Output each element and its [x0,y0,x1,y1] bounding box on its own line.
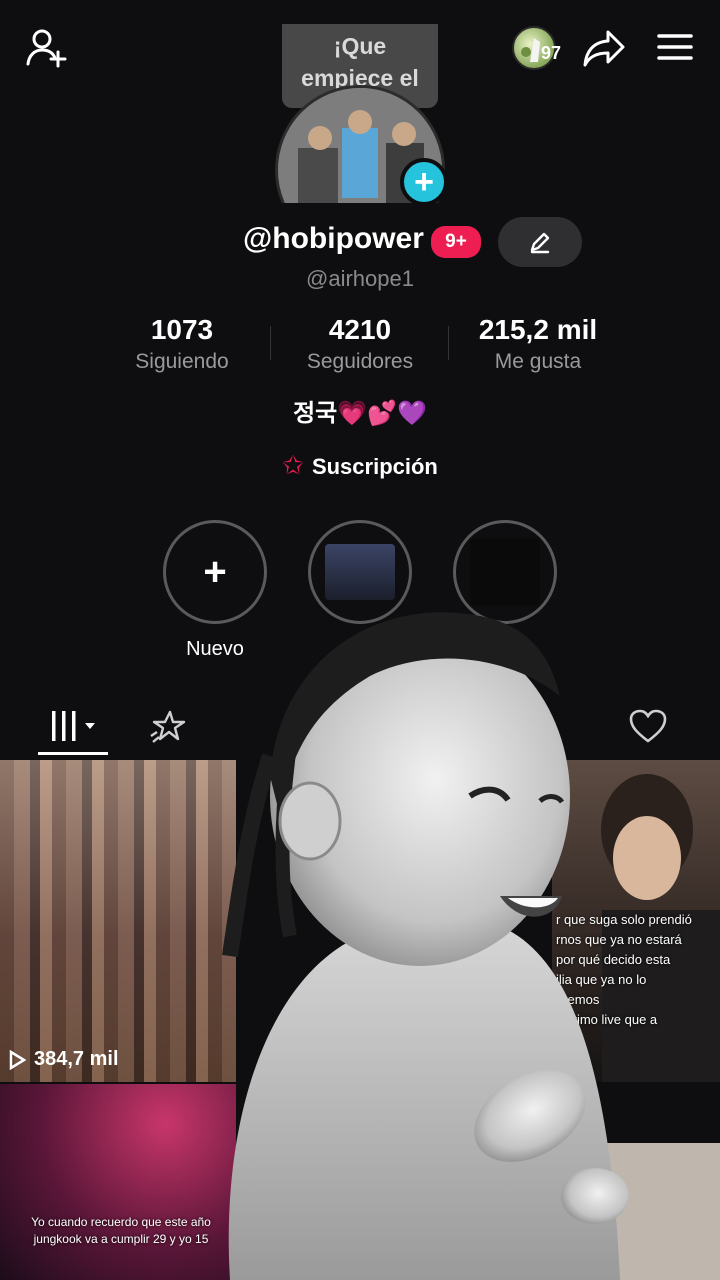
followers-count: 4210 [328,314,392,345]
video-thumbnail[interactable]: Yo cuando recuerdo que este año jungkook… [0,1084,236,1280]
view-count: 384,7 mil [8,1048,119,1071]
stat-following[interactable]: 1073 Siguiendo [112,314,252,374]
tab-favorites[interactable] [140,704,196,748]
following-label: Siguiendo [135,350,229,373]
tab-videos[interactable] [40,704,110,748]
profile-bio: 정국💗💕💜 [293,400,427,427]
likes-count: 215,2 mil [478,314,598,345]
baby-sticker-overlay [210,596,630,1280]
subscription-link[interactable]: ✩ Suscripción [0,450,720,481]
share-icon[interactable] [580,24,628,72]
grid-icon [52,711,95,741]
username: @airhope1 [306,266,414,291]
stat-followers[interactable]: 4210 Seguidores [290,314,430,374]
coin-count: 97 [541,43,562,63]
tab-active-indicator [38,752,108,755]
plus-icon: + [203,549,227,594]
play-icon [9,1049,26,1070]
add-story-plus-icon[interactable]: + [400,158,448,206]
display-name: @hobipower [243,222,424,255]
story-thumbnail [325,544,395,600]
video-thumbnail[interactable]: 384,7 mil [0,760,236,1082]
notice-line-1: ¡Que [333,33,387,59]
menu-icon[interactable] [652,24,698,70]
pencil-icon [530,232,550,254]
likes-label: Me gusta [494,350,582,373]
edit-profile-button[interactable] [498,217,582,267]
subscription-label: Suscripción [311,454,438,479]
stat-divider [448,326,449,360]
following-count: 1073 [150,314,214,345]
subscription-star-icon: ✩ [282,450,304,480]
stat-likes[interactable]: 215,2 mil Me gusta [462,314,614,374]
name-row: @hobipower [0,220,720,266]
stat-divider [270,326,271,360]
heart-icon [629,709,667,743]
video-caption: Yo cuando recuerdo que este año jungkook… [31,1215,211,1246]
notification-badge[interactable]: 9+ [431,226,481,258]
add-friend-icon[interactable] [22,24,70,72]
sparkle-star-icon [150,710,186,743]
followers-label: Seguidores [306,350,414,373]
view-count-value: 384,7 mil [34,1048,119,1070]
